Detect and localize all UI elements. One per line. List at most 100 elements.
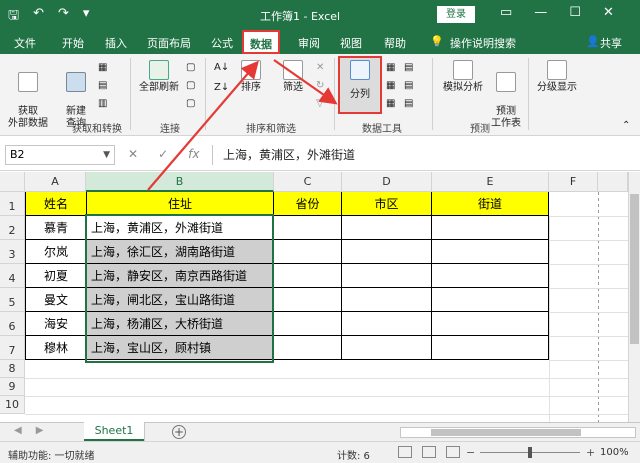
restore-icon[interactable]: ☐	[569, 5, 581, 20]
table-cell-province[interactable]	[274, 240, 342, 264]
tab-home[interactable]: 开始	[62, 35, 84, 51]
table-cell-province[interactable]	[274, 288, 342, 312]
forecast-sheet-button[interactable]: 预测 工作表	[488, 60, 524, 130]
tab-help[interactable]: 帮助	[384, 35, 406, 51]
row-header[interactable]: 8	[0, 360, 25, 378]
table-cell-name[interactable]: 海安	[26, 312, 87, 336]
column-header-e[interactable]: E	[432, 172, 549, 192]
recent-sources-icon[interactable]: ▥	[98, 98, 107, 110]
table-cell-address[interactable]: 上海，杨浦区，大桥街道	[87, 312, 274, 336]
tab-share[interactable]: 共享	[600, 35, 622, 51]
consolidate-icon[interactable]: ▤	[404, 62, 413, 74]
column-header-a[interactable]: A	[25, 172, 86, 192]
table-cell-address[interactable]: 上海，闸北区，宝山路街道	[87, 288, 274, 312]
undo-icon[interactable]: ↶	[33, 6, 44, 28]
header-cell-name[interactable]: 姓名	[26, 192, 87, 216]
ribbon-display-icon[interactable]: ▭	[500, 5, 512, 20]
add-sheet-icon[interactable]: +	[172, 425, 186, 439]
row-header[interactable]: 3	[0, 240, 25, 264]
show-queries-icon[interactable]: ▦	[98, 62, 107, 74]
tab-insert[interactable]: 插入	[105, 35, 127, 51]
table-cell-name[interactable]: 尔岚	[26, 240, 87, 264]
clear-filter-icon[interactable]: ✕	[316, 62, 324, 74]
select-all-corner[interactable]	[0, 172, 25, 192]
sort-asc-icon[interactable]: A↓	[214, 62, 229, 74]
connections-icon[interactable]: ▢	[186, 62, 195, 74]
refresh-all-button[interactable]: 全部刷新	[136, 60, 182, 94]
reapply-icon[interactable]: ↻	[316, 80, 324, 92]
properties-icon[interactable]: ▢	[186, 80, 195, 92]
table-cell-province[interactable]	[274, 336, 342, 360]
text-to-columns-button[interactable]: 分列	[340, 60, 380, 108]
column-header-g[interactable]	[598, 172, 628, 192]
row-header[interactable]: 9	[0, 378, 25, 396]
data-model-icon[interactable]: ▤	[404, 98, 413, 110]
edit-links-icon[interactable]: ▢	[186, 98, 195, 110]
table-cell-name[interactable]: 初夏	[26, 264, 87, 288]
table-cell-address[interactable]: 上海，徐汇区，湖南路街道	[87, 240, 274, 264]
get-external-data-button[interactable]: 获取 外部数据	[6, 60, 50, 130]
scroll-thumb[interactable]	[431, 429, 581, 436]
insert-function-icon[interactable]: fx	[188, 147, 199, 161]
sheet-tab-sheet1[interactable]: Sheet1	[84, 422, 144, 441]
next-sheet-icon[interactable]: ▶	[36, 425, 44, 436]
flash-fill-icon[interactable]: ▦	[386, 62, 395, 74]
zoom-slider-handle[interactable]	[528, 447, 532, 458]
vertical-scrollbar[interactable]	[628, 172, 640, 422]
advanced-filter-icon[interactable]: ▽	[316, 98, 324, 110]
tab-data[interactable]: 数据	[242, 30, 280, 54]
header-cell-street[interactable]: 街道	[432, 192, 549, 216]
customize-toolbar-icon[interactable]: ▾	[83, 6, 90, 28]
worksheet-grid[interactable]: A B C D E F 1 2 3 4 5 6 7 8 9 10 姓名 住址 省…	[0, 172, 628, 422]
login-button[interactable]: 登录	[437, 6, 475, 23]
minimize-icon[interactable]: —	[534, 5, 547, 20]
header-cell-district[interactable]: 市区	[342, 192, 432, 216]
table-cell-district[interactable]	[342, 216, 432, 240]
outline-button[interactable]: 分级显示	[532, 60, 582, 94]
chevron-down-icon[interactable]: ▼	[103, 146, 110, 164]
table-cell-district[interactable]	[342, 288, 432, 312]
column-header-d[interactable]: D	[342, 172, 432, 192]
zoom-in-icon[interactable]: +	[586, 446, 595, 459]
save-icon[interactable]: 🖫	[8, 6, 19, 28]
scroll-thumb[interactable]	[630, 194, 639, 344]
table-cell-street[interactable]	[432, 216, 549, 240]
name-box[interactable]: B2 ▼	[5, 145, 115, 165]
collapse-ribbon-icon[interactable]: ⌃	[622, 120, 630, 132]
table-cell-street[interactable]	[432, 264, 549, 288]
row-header[interactable]: 7	[0, 336, 25, 360]
sort-button[interactable]: 排序	[236, 60, 266, 94]
row-header[interactable]: 4	[0, 264, 25, 288]
table-cell-district[interactable]	[342, 240, 432, 264]
column-header-b[interactable]: B	[86, 172, 274, 192]
table-cell-province[interactable]	[274, 264, 342, 288]
table-cell-address[interactable]: 上海，宝山区，顾村镇	[87, 336, 274, 360]
header-cell-province[interactable]: 省份	[274, 192, 342, 216]
redo-icon[interactable]: ↷	[58, 6, 69, 28]
from-table-icon[interactable]: ▤	[98, 80, 107, 92]
prev-sheet-icon[interactable]: ◀	[14, 425, 22, 436]
confirm-icon[interactable]: ✓	[158, 147, 168, 161]
share-icon[interactable]: 👤	[586, 35, 600, 48]
tab-page-layout[interactable]: 页面布局	[147, 35, 191, 51]
table-cell-address[interactable]: 上海，静安区，南京西路街道	[87, 264, 274, 288]
remove-duplicates-icon[interactable]: ▦	[386, 80, 395, 92]
column-header-c[interactable]: C	[274, 172, 342, 192]
row-header[interactable]: 10	[0, 396, 25, 414]
filter-button[interactable]: 筛选	[278, 60, 308, 94]
zoom-level[interactable]: 100%	[600, 447, 629, 458]
table-cell-district[interactable]	[342, 336, 432, 360]
tab-view[interactable]: 视图	[340, 35, 362, 51]
table-cell-street[interactable]	[432, 312, 549, 336]
table-cell-name[interactable]: 慕青	[26, 216, 87, 240]
row-header[interactable]: 6	[0, 312, 25, 336]
table-cell-address[interactable]: 上海，黄浦区，外滩街道	[87, 216, 274, 240]
tab-tell-me[interactable]: 操作说明搜索	[450, 35, 516, 51]
table-cell-province[interactable]	[274, 216, 342, 240]
zoom-out-icon[interactable]: −	[466, 446, 475, 459]
data-validation-icon[interactable]: ▦	[386, 98, 395, 110]
row-header[interactable]: 1	[0, 192, 25, 216]
row-header[interactable]: 5	[0, 288, 25, 312]
close-icon[interactable]: ✕	[603, 5, 614, 20]
table-cell-province[interactable]	[274, 312, 342, 336]
